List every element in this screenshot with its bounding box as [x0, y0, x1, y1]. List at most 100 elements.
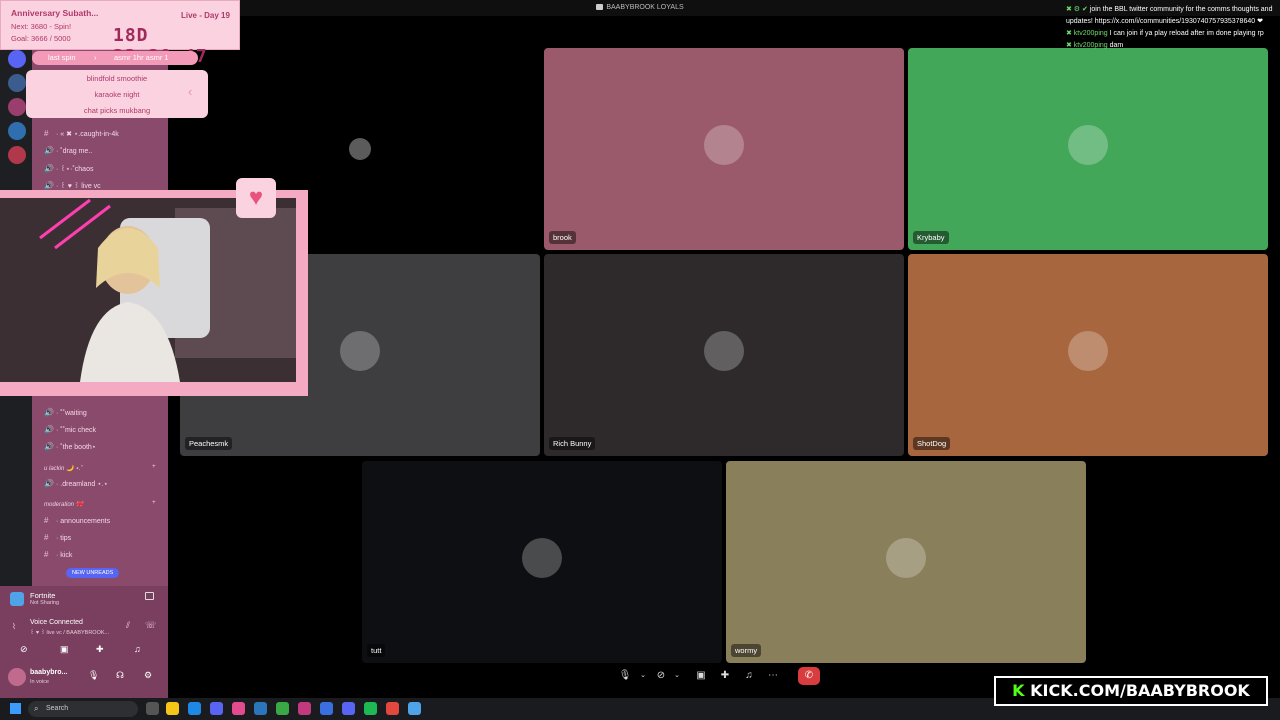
- voice-channel: ꒰ ♥ ꒱ live vc / BAABYBROOK...: [30, 630, 110, 636]
- channel-item[interactable]: 🔊 · ˚the booth⋆: [44, 442, 96, 451]
- microphone-icon[interactable]: 🎙: [616, 667, 634, 685]
- avatar: [704, 125, 744, 165]
- subathon-overlay: Anniversary Subath... Live - Day 19 Next…: [0, 0, 240, 67]
- server-icon[interactable]: [8, 98, 26, 116]
- steam-icon[interactable]: [254, 702, 267, 715]
- channel-category[interactable]: moderation 🎀 +: [44, 500, 156, 508]
- app-icon: [596, 4, 604, 10]
- participant-name: Peachesmk: [185, 437, 233, 450]
- video-tile[interactable]: ShotDog: [908, 254, 1268, 456]
- video-tile[interactable]: Krybaby: [908, 48, 1268, 250]
- category-label: moderation 🎀: [44, 502, 84, 508]
- share-screen-icon[interactable]: ▣: [692, 667, 710, 685]
- share-screen-icon[interactable]: ▣: [60, 644, 69, 655]
- webcam-video: [0, 198, 296, 382]
- channel-item[interactable]: # · announcements: [44, 516, 110, 525]
- noise-suppression-icon[interactable]: ⫽: [126, 620, 130, 631]
- chat-text: dam: [1109, 42, 1124, 49]
- chat-text: join the BBL twitter community for the c…: [1066, 6, 1273, 25]
- avatar: [704, 331, 744, 371]
- app-icon[interactable]: [386, 702, 399, 715]
- webcam-frame: [0, 190, 308, 396]
- new-unreads-badge[interactable]: NEW UNREADS: [66, 568, 120, 578]
- channel-item[interactable]: # · kick: [44, 550, 72, 559]
- video-tile[interactable]: tutt: [362, 461, 722, 663]
- chat-message: ✖ ⚙ ✔ join the BBL twitter community for…: [1066, 4, 1276, 28]
- soundboard-icon[interactable]: ♫: [134, 644, 141, 654]
- channel-item[interactable]: # · « ✖ ⋆.caught-in-4k: [44, 129, 119, 138]
- user-placeholder-icon: [349, 138, 371, 160]
- headphones-icon[interactable]: ☊: [116, 670, 124, 681]
- speaker-icon: 🔊: [44, 479, 54, 488]
- chat-message: ✖ ktv200ping I can join if ya play reloa…: [1066, 28, 1276, 40]
- soundboard-icon[interactable]: ♫: [740, 667, 758, 685]
- add-channel-icon[interactable]: +: [152, 464, 156, 470]
- speaker-icon: 🔊: [44, 442, 54, 451]
- webcam-scene: [0, 198, 296, 382]
- chat-overlay: ✖ ⚙ ✔ join the BBL twitter community for…: [1066, 4, 1276, 52]
- channel-item[interactable]: 🔊 · .dreamland ⋆.⋆: [44, 479, 108, 488]
- server-icon[interactable]: [8, 122, 26, 140]
- file-explorer-icon[interactable]: [166, 702, 179, 715]
- disconnect-call-button[interactable]: ✆: [798, 667, 820, 685]
- activities-icon[interactable]: ✚: [716, 667, 734, 685]
- screen-share-icon[interactable]: [145, 592, 154, 600]
- app-icon[interactable]: [298, 702, 311, 715]
- microphone-icon[interactable]: 🎙: [88, 670, 99, 681]
- speaker-icon: 🔊: [44, 408, 54, 417]
- server-icon[interactable]: [8, 146, 26, 164]
- disconnect-icon[interactable]: ☏: [145, 620, 156, 631]
- participant-name: wormy: [731, 644, 762, 657]
- participant-name: Krybaby: [913, 231, 949, 244]
- video-tile[interactable]: Rich Bunny: [544, 254, 904, 456]
- channel-label: · ꒰⋆·˚chaos: [56, 166, 94, 173]
- channel-item[interactable]: 🔊 · ˚drag me..: [44, 146, 92, 155]
- hashtag-icon: #: [44, 516, 49, 525]
- hashtag-icon: #: [44, 129, 49, 138]
- channel-category[interactable]: u lackin 🌙 ⋆.˚ +: [44, 464, 156, 472]
- task-view-icon[interactable]: [146, 702, 159, 715]
- spin-label: last spin: [48, 53, 76, 62]
- avatar[interactable]: [8, 668, 26, 686]
- channel-label: · announcements: [56, 518, 111, 525]
- chevron-down-icon[interactable]: ⌄: [634, 667, 652, 685]
- channel-item[interactable]: 🔊 · ꒰ ♥ ꒱ live vc: [44, 180, 101, 190]
- more-icon[interactable]: ⋯: [764, 667, 782, 685]
- chat-text: I can join if ya play reload after im do…: [1109, 30, 1264, 37]
- channel-item[interactable]: 🔊 · ꒰⋆·˚chaos: [44, 163, 93, 173]
- channel-item[interactable]: 🔊 · ˚˚mic check: [44, 425, 96, 434]
- spotify-icon[interactable]: [364, 702, 377, 715]
- discord-icon[interactable]: [210, 702, 223, 715]
- taskbar-search[interactable]: ⌕ Search: [28, 701, 138, 717]
- video-icon[interactable]: ⊘: [20, 644, 28, 655]
- channel-label: · « ✖ ⋆.caught-in-4k: [56, 131, 119, 138]
- chevron-down-icon[interactable]: ⌄: [668, 667, 686, 685]
- activities-icon[interactable]: ✚: [96, 644, 104, 655]
- speaker-icon: 🔊: [44, 181, 54, 190]
- chevron-left-icon: ‹: [188, 84, 193, 99]
- app-icon[interactable]: [232, 702, 245, 715]
- windows-start-icon[interactable]: [10, 703, 21, 714]
- channel-item[interactable]: # · tips: [44, 533, 71, 542]
- video-tile[interactable]: brook: [544, 48, 904, 250]
- brand-text: KICK.COM/BAABYBROOK: [1030, 681, 1250, 700]
- discord-active-icon[interactable]: [342, 702, 355, 715]
- channel-item[interactable]: 🔊 · ˚˚waiting: [44, 408, 87, 417]
- app-icon[interactable]: [320, 702, 333, 715]
- browser-icon[interactable]: [188, 702, 201, 715]
- participant-name: brook: [549, 231, 576, 244]
- kick-logo: K: [1012, 681, 1025, 700]
- chat-username: ✖ ⚙ ✔: [1066, 6, 1088, 13]
- hashtag-icon: #: [44, 533, 49, 542]
- settings-icon[interactable]: ⚙: [144, 670, 152, 681]
- add-channel-icon[interactable]: +: [152, 500, 156, 506]
- xbox-icon[interactable]: [276, 702, 289, 715]
- server-icon[interactable]: [8, 50, 26, 68]
- channel-label: · ˚˚mic check: [56, 427, 97, 434]
- overlay-goal: Goal: 3666 / 5000: [11, 34, 71, 43]
- overlay-title: Anniversary Subath...: [11, 8, 99, 18]
- video-tile[interactable]: wormy: [726, 461, 1086, 663]
- server-icon[interactable]: [8, 74, 26, 92]
- fortnite-icon[interactable]: [408, 702, 421, 715]
- user-name: baabybro...: [30, 669, 68, 676]
